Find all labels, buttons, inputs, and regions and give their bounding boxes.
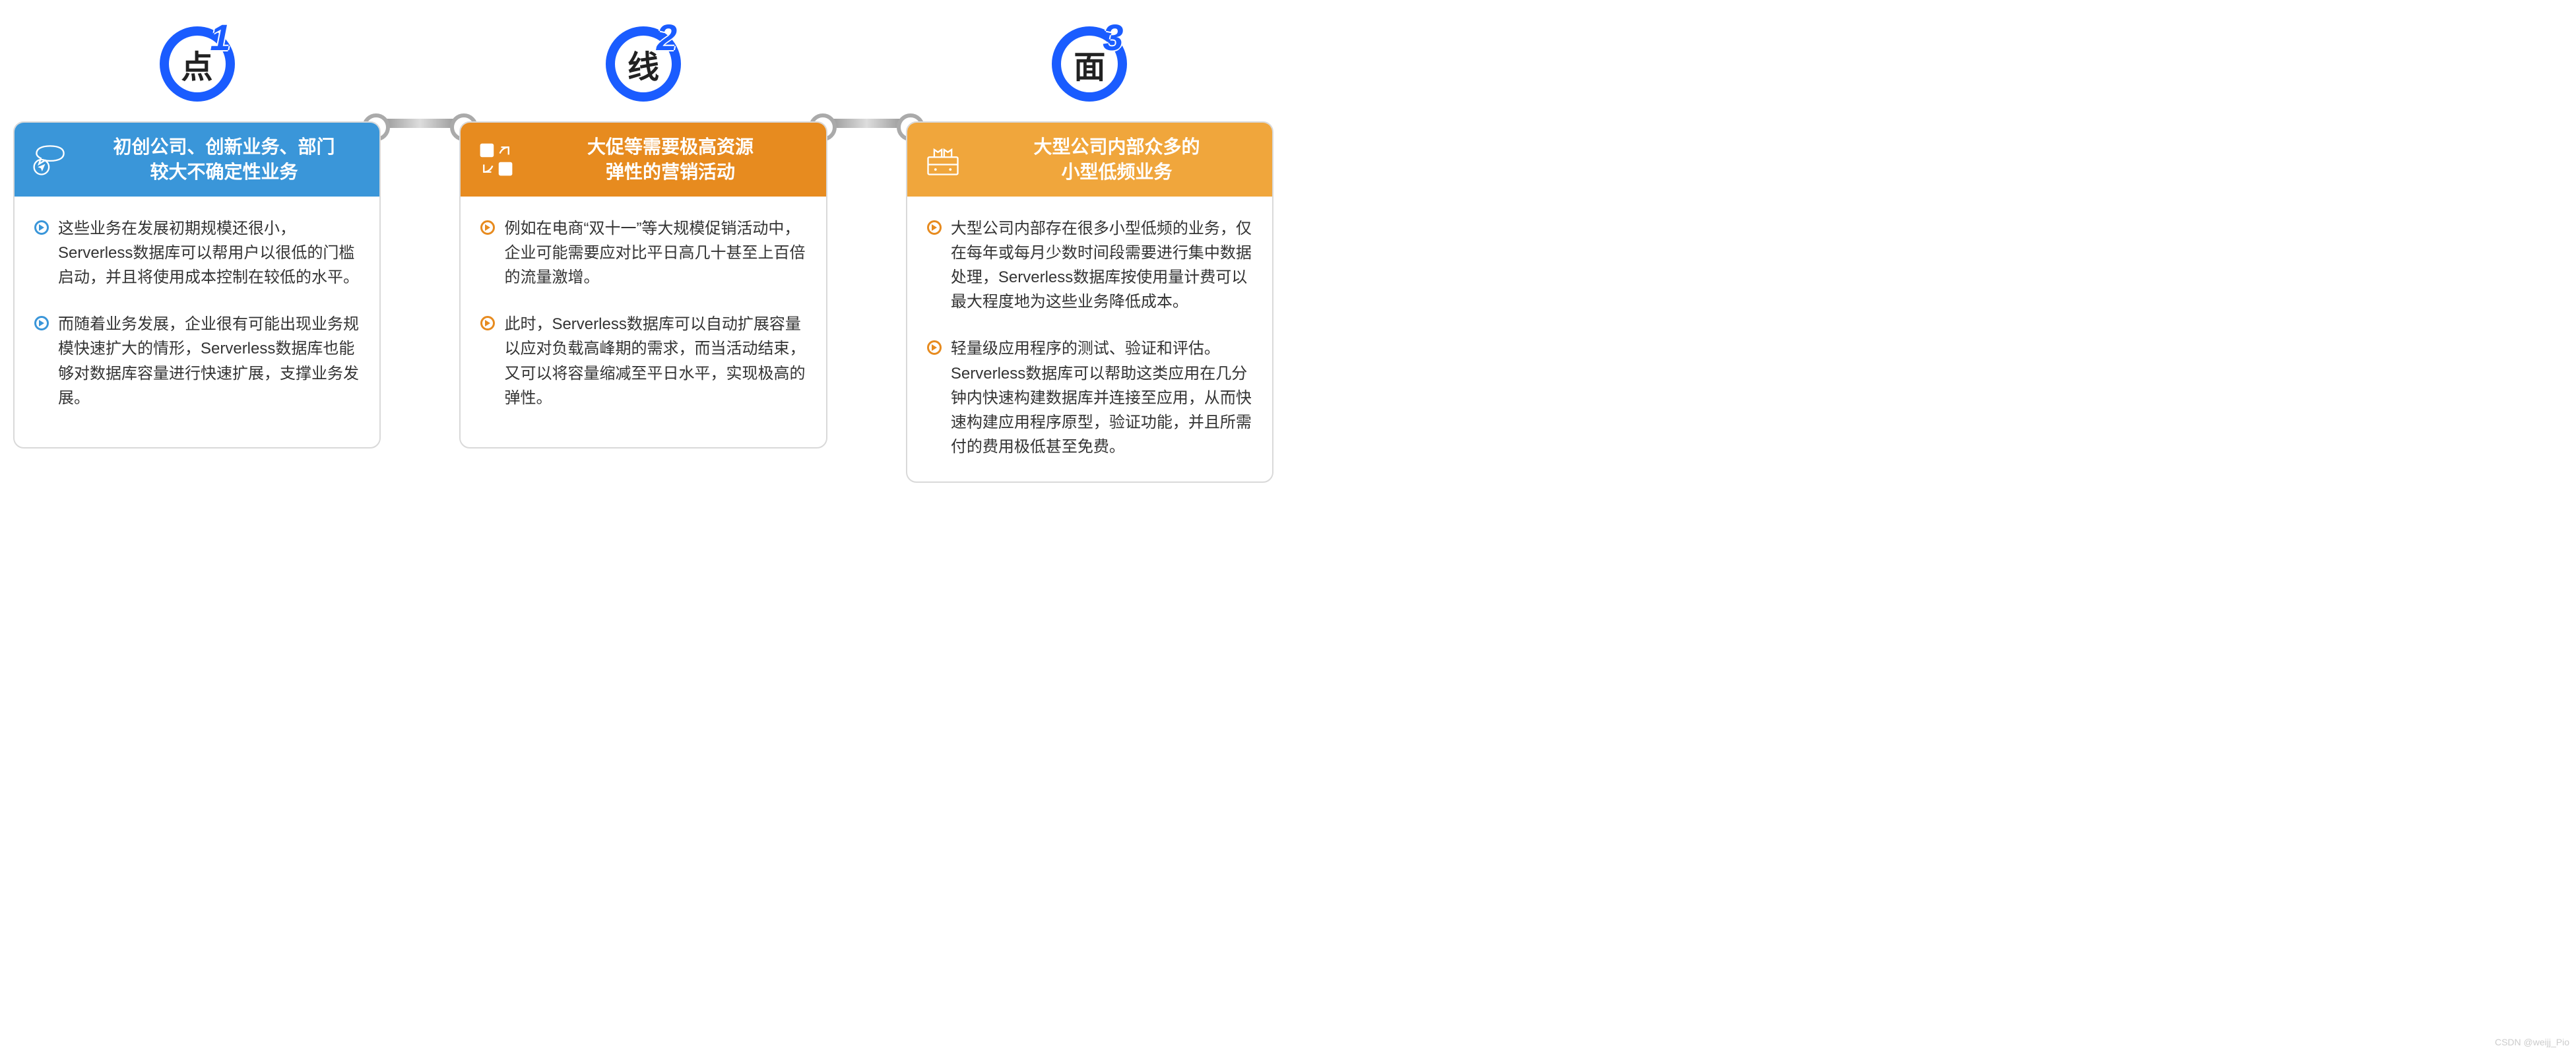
badge-char: 点 [181,41,213,87]
bullet: 这些业务在发展初期规模还很小，Serverless数据库可以帮用户以很低的门槛启… [34,216,360,290]
column-3: 3 面 大型公司内部众多的 小型低频业务 [906,26,1273,483]
card-body: 这些业务在发展初期规模还很小，Serverless数据库可以帮用户以很低的门槛启… [15,197,379,447]
card-title: 大型公司内部众多的 小型低频业务 [976,135,1258,185]
badge-2: 2 线 [459,26,827,102]
bullet: 例如在电商“双十一”等大规模促销活动中，企业可能需要应对比平日高几十甚至上百倍的… [480,216,806,290]
card-title: 初创公司、创新业务、部门 较大不确定性业务 [83,135,365,185]
bullet-marker-icon [480,316,495,330]
badge-1: 1 点 [13,26,381,102]
connector-line [374,119,466,128]
bullet-marker-icon [480,220,495,235]
card-body: 大型公司内部存在很多小型低频的业务，仅在每年或每月少数时间段需要进行集中数据处理… [907,197,1272,482]
badge-3: 3 面 [906,26,1273,102]
connector-gap [381,26,459,290]
connector-line [821,119,913,128]
card-head: 初创公司、创新业务、部门 较大不确定性业务 [15,123,379,197]
bullet-marker-icon [34,316,49,330]
bullet: 大型公司内部存在很多小型低频的业务，仅在每年或每月少数时间段需要进行集中数据处理… [927,216,1252,315]
diagram-row: 1 点 初创公司、创新业务、部门 较大不确定性业务 [13,26,1273,483]
storage-box-icon [922,139,964,181]
badge-char: 面 [1074,41,1105,87]
card-3: 大型公司内部众多的 小型低频业务 大型公司内部存在很多小型低频的业务，仅在每年或… [906,121,1273,483]
bullet-marker-icon [927,220,942,235]
badge-number: 3 [1103,16,1123,59]
column-1: 1 点 初创公司、创新业务、部门 较大不确定性业务 [13,26,381,448]
card-1: 初创公司、创新业务、部门 较大不确定性业务 这些业务在发展初期规模还很小，Ser… [13,121,381,448]
bullet: 而随着业务发展，企业很有可能出现业务规模快速扩大的情形，Serverless数据… [34,312,360,410]
bullet-marker-icon [34,220,49,235]
card-head: 大促等需要极高资源 弹性的营销活动 [461,123,825,197]
connector-gap [827,26,906,290]
badge-number: 1 [210,16,230,59]
card-head: 大型公司内部众多的 小型低频业务 [907,123,1272,197]
card-title: 大促等需要极高资源 弹性的营销活动 [529,135,811,185]
column-2: 2 线 大促等需要极高资源 弹性的营销活动 [459,26,827,448]
watermark: CSDN @weijj_Pio [2495,1037,2569,1047]
bullet: 此时，Serverless数据库可以自动扩展容量以应对负载高峰期的需求，而当活动… [480,312,806,410]
badge-number: 2 [657,16,677,59]
card-body: 例如在电商“双十一”等大规模促销活动中，企业可能需要应对比平日高几十甚至上百倍的… [461,197,825,447]
bullet: 轻量级应用程序的测试、验证和评估。Serverless数据库可以帮助这类应用在几… [927,336,1252,459]
card-2: 大促等需要极高资源 弹性的营销活动 例如在电商“双十一”等大规模促销活动中，企业… [459,121,827,448]
bullet-marker-icon [927,340,942,355]
refresh-cycle-icon [475,139,517,181]
chat-send-icon [29,139,71,181]
badge-char: 线 [628,41,659,87]
